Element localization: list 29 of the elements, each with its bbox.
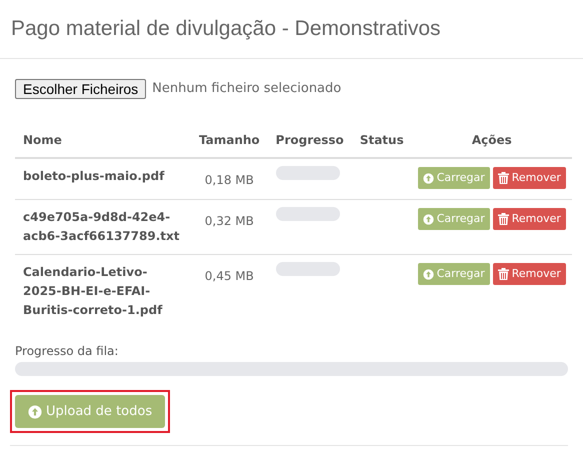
file-name: Calendario-Letivo-2025-BH-EI-e-EFAI-Buritis-correto-1.pdf [23, 264, 164, 319]
upload-icon [422, 268, 434, 280]
column-header: Nome [23, 133, 62, 147]
column-header: Ações [472, 133, 512, 147]
upload-button[interactable]: Carregar [418, 167, 490, 189]
file-size: 0,45 MB [204, 269, 254, 283]
file-status: Nenhum ficheiro selecionado [152, 80, 342, 98]
upload-button[interactable]: Carregar [418, 208, 490, 230]
remove-button[interactable]: Remover [492, 208, 566, 230]
upload-icon [422, 172, 434, 184]
file-size: 0,32 MB [204, 214, 254, 228]
file-name: boleto-plus-maio.pdf [23, 168, 166, 185]
file-name: c49e705a-9d8d-42e4-acb6-3acf66137789.txt [23, 209, 180, 245]
column-header: Progresso [276, 133, 344, 147]
column-header: Tamanho [199, 133, 260, 147]
upload-all-button[interactable]: Upload de todos [15, 395, 166, 428]
choose-files-button[interactable]: Escolher Ficheiros [15, 79, 146, 99]
remove-button[interactable]: Remover [492, 263, 566, 285]
page-title: Pago material de divulgação - Demonstrativos [11, 16, 442, 42]
upload-icon [28, 404, 42, 418]
trash-icon [498, 268, 509, 280]
trash-icon [498, 172, 509, 184]
trash-icon [498, 213, 509, 225]
queue-progress-label: Progresso da fila: [15, 343, 120, 360]
column-header: Status [360, 133, 404, 147]
upload-button[interactable]: Carregar [418, 263, 490, 285]
upload-icon [422, 214, 434, 224]
remove-button[interactable]: Remover [492, 167, 566, 189]
file-size: 0,18 MB [204, 173, 254, 187]
